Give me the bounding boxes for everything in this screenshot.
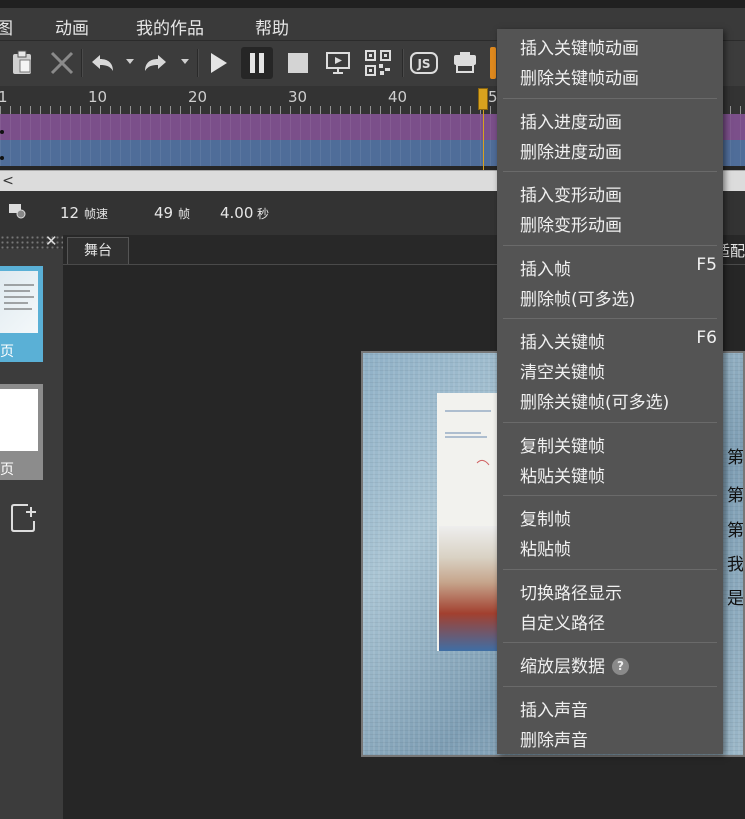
shortcut-f6: F6 — [696, 328, 717, 348]
redo-dropdown-icon[interactable] — [181, 59, 189, 64]
menu-separator — [503, 245, 717, 246]
menu-insert-progress-animation[interactable]: 插入进度动画 — [520, 108, 622, 133]
menu-separator — [503, 422, 717, 423]
redo-icon[interactable] — [140, 47, 172, 79]
canvas-text: 第 — [727, 521, 744, 541]
menu-separator — [503, 569, 717, 570]
ruler-label: 30 — [288, 88, 308, 106]
frame-count-value: 49 — [154, 204, 174, 222]
menu-toggle-path-display[interactable]: 切换路径显示 — [520, 579, 622, 604]
menu-delete-progress-animation[interactable]: 删除进度动画 — [520, 138, 622, 163]
menu-help[interactable]: 帮助 — [255, 14, 289, 39]
frame-count-unit: 帧 — [178, 207, 191, 221]
canvas-text: 第 — [727, 448, 744, 468]
ruler-label: 40 — [388, 88, 408, 106]
publish-icon[interactable] — [449, 47, 481, 79]
menu-insert-frame[interactable]: 插入帧 — [520, 255, 571, 280]
pause-icon[interactable] — [241, 47, 273, 79]
menu-delete-keyframe-animation[interactable]: 删除关键帧动画 — [520, 64, 639, 89]
menu-delete-keyframe[interactable]: 删除关键帧(可多选) — [520, 388, 669, 413]
qrcode-icon[interactable] — [362, 47, 394, 79]
svg-text:JS: JS — [416, 57, 430, 71]
canvas-photo-person — [439, 526, 497, 651]
menu-animation[interactable]: 动画 — [55, 14, 89, 39]
menu-separator — [503, 642, 717, 643]
menu-separator — [503, 686, 717, 687]
menu-delete-frame[interactable]: 删除帧(可多选) — [520, 285, 635, 310]
play-icon[interactable] — [202, 47, 234, 79]
paste-icon[interactable] — [6, 47, 38, 79]
menu-copy-frame[interactable]: 复制帧 — [520, 505, 571, 530]
page-thumbnail-1[interactable]: 页 — [0, 266, 43, 362]
menu-paste-frame[interactable]: 粘贴帧 — [520, 535, 571, 560]
menu-copy-keyframe[interactable]: 复制关键帧 — [520, 432, 605, 457]
toolbar-separator — [81, 49, 83, 77]
pages-panel: ✕ 页 页 — [0, 232, 63, 819]
tab-stage[interactable]: 舞台 — [67, 237, 129, 264]
ruler-label: 1 — [0, 88, 8, 106]
menu-separator — [503, 318, 717, 319]
keyframe-marker[interactable] — [0, 156, 4, 160]
add-page-icon[interactable] — [10, 503, 38, 533]
playhead[interactable] — [478, 88, 488, 110]
menu-separator — [503, 98, 717, 99]
toolbar-separator — [197, 49, 199, 77]
fps-unit: 帧速 — [84, 207, 109, 221]
toolbar-separator — [402, 49, 404, 77]
menu-insert-keyframe[interactable]: 插入关键帧 — [520, 328, 605, 353]
scroll-left-button[interactable]: < — [0, 171, 16, 191]
page-label: 页 — [0, 344, 14, 360]
ruler-label: 20 — [188, 88, 208, 106]
undo-dropdown-icon[interactable] — [126, 59, 134, 64]
layer-settings-icon[interactable] — [8, 203, 26, 219]
help-icon[interactable]: ? — [612, 658, 629, 675]
page-thumbnail-2[interactable]: 页 — [0, 384, 43, 480]
page-thumbnail-image — [0, 271, 38, 333]
menu-insert-keyframe-animation[interactable]: 插入关键帧动画 — [520, 34, 639, 59]
page-thumbnail-image — [0, 389, 38, 451]
menu-insert-sound[interactable]: 插入声音 — [520, 696, 588, 721]
menu-custom-path[interactable]: 自定义路径 — [520, 609, 605, 634]
menu-file[interactable]: 图 — [0, 14, 13, 39]
duration-unit: 秒 — [257, 207, 270, 221]
menu-delete-transform-animation[interactable]: 删除变形动画 — [520, 211, 622, 236]
canvas-text: 是 — [727, 589, 744, 609]
menu-paste-keyframe[interactable]: 粘贴关键帧 — [520, 462, 605, 487]
menu-clear-keyframe[interactable]: 清空关键帧 — [520, 358, 605, 383]
page-label: 页 — [0, 462, 14, 478]
keyframe-marker[interactable] — [0, 130, 4, 134]
window-top-strip — [0, 0, 745, 8]
shortcut-f5: F5 — [696, 255, 717, 275]
menu-scale-layer-data[interactable]: 缩放层数据 — [520, 652, 605, 677]
timeline-context-menu: 插入关键帧动画 删除关键帧动画 插入进度动画 删除进度动画 插入变形动画 删除变… — [497, 29, 723, 754]
canvas-text: 第 — [727, 486, 744, 506]
canvas-text: 我 — [727, 555, 744, 575]
share-button-edge[interactable] — [490, 47, 496, 79]
menu-delete-sound[interactable]: 删除声音 — [520, 726, 588, 751]
menu-my-works[interactable]: 我的作品 — [136, 14, 204, 39]
delete-icon[interactable] — [46, 47, 78, 79]
fps-value: 12 — [60, 204, 80, 222]
menu-separator — [503, 495, 717, 496]
playhead-line — [483, 110, 484, 170]
duration-value: 4.00 — [220, 204, 254, 222]
ruler-label: 10 — [88, 88, 108, 106]
preview-icon[interactable] — [322, 47, 354, 79]
undo-icon[interactable] — [86, 47, 118, 79]
close-icon[interactable]: ✕ — [45, 232, 58, 250]
menu-separator — [503, 171, 717, 172]
js-icon[interactable]: JS — [408, 47, 440, 79]
menu-insert-transform-animation[interactable]: 插入变形动画 — [520, 181, 622, 206]
stop-icon[interactable] — [282, 47, 314, 79]
